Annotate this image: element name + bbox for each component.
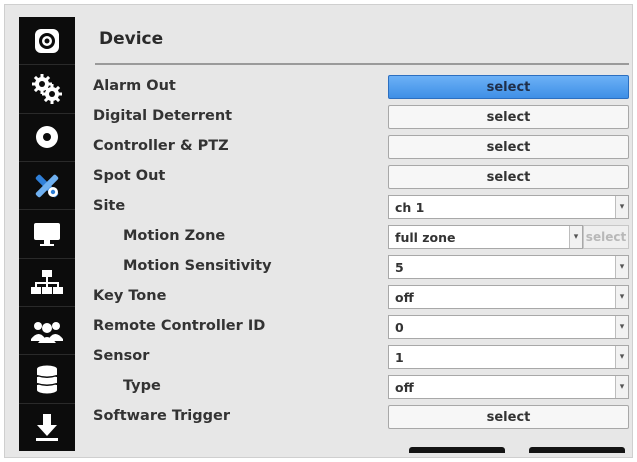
row-key-tone: Key Tone off ▾	[89, 283, 635, 312]
sensor-value: 1	[395, 349, 404, 365]
type-label: Type	[123, 378, 161, 394]
row-site: Site ch 1 ▾	[89, 193, 635, 222]
chevron-down-icon[interactable]: ▾	[615, 286, 628, 308]
sidebar	[19, 17, 75, 451]
row-software-trigger: Software Trigger select	[89, 403, 635, 432]
remote-controller-id-label: Remote Controller ID	[93, 318, 266, 334]
motion-sensitivity-dropdown[interactable]: 5 ▾	[388, 255, 629, 279]
sensor-dropdown[interactable]: 1 ▾	[388, 345, 629, 369]
tools-icon	[35, 174, 59, 197]
chevron-down-icon[interactable]: ▾	[615, 376, 628, 398]
controller-ptz-select-button[interactable]: select	[388, 135, 629, 159]
site-value: ch 1	[395, 199, 425, 215]
bottom-button-right[interactable]	[529, 447, 625, 453]
controller-ptz-label: Controller & PTZ	[93, 138, 229, 154]
sidebar-item-device[interactable]	[19, 161, 75, 211]
key-tone-value: off	[395, 289, 414, 305]
site-label: Site	[93, 198, 126, 214]
type-dropdown[interactable]: off ▾	[388, 375, 629, 399]
device-settings-window: Device Alarm Out select Digital Deterren…	[4, 4, 633, 458]
sidebar-item-system[interactable]	[19, 65, 75, 114]
sidebar-item-display[interactable]	[19, 210, 75, 259]
download-icon	[36, 414, 58, 442]
digital-deterrent-select-button[interactable]: select	[388, 105, 629, 129]
motion-zone-value: full zone	[395, 229, 456, 245]
users-icon	[31, 321, 63, 343]
motion-sensitivity-label: Motion Sensitivity	[123, 258, 272, 274]
row-motion-zone: Motion Zone full zone ▾ select	[89, 223, 635, 252]
motion-sensitivity-value: 5	[395, 259, 404, 275]
sensor-label: Sensor	[93, 348, 150, 364]
chevron-down-icon[interactable]: ▾	[615, 316, 628, 338]
motion-zone-control: full zone ▾ select	[388, 225, 629, 249]
spot-out-label: Spot Out	[93, 168, 166, 184]
network-icon	[31, 270, 63, 295]
row-remote-controller-id: Remote Controller ID 0 ▾	[89, 313, 635, 342]
title-divider	[95, 63, 629, 65]
chevron-down-icon[interactable]: ▾	[615, 256, 628, 278]
camera-lens-icon	[35, 28, 59, 53]
sidebar-item-download[interactable]	[19, 404, 75, 451]
gears-icon	[32, 73, 62, 104]
disc-icon	[36, 126, 58, 149]
chevron-down-icon[interactable]: ▾	[615, 346, 628, 368]
motion-zone-select-button[interactable]: select	[583, 225, 629, 249]
site-dropdown[interactable]: ch 1 ▾	[388, 195, 629, 219]
row-alarm-out: Alarm Out select	[89, 73, 635, 102]
software-trigger-select-button[interactable]: select	[388, 405, 629, 429]
row-digital-deterrent: Digital Deterrent select	[89, 103, 635, 132]
row-sensor: Sensor 1 ▾	[89, 343, 635, 372]
alarm-out-label: Alarm Out	[93, 78, 176, 94]
row-controller-ptz: Controller & PTZ select	[89, 133, 635, 162]
chevron-down-icon[interactable]: ▾	[615, 196, 628, 218]
motion-zone-dropdown[interactable]: full zone ▾	[388, 225, 583, 249]
database-icon	[36, 365, 58, 394]
type-value: off	[395, 379, 414, 395]
sidebar-item-network[interactable]	[19, 259, 75, 307]
key-tone-dropdown[interactable]: off ▾	[388, 285, 629, 309]
row-spot-out: Spot Out select	[89, 163, 635, 192]
row-motion-sensitivity: Motion Sensitivity 5 ▾	[89, 253, 635, 282]
alarm-out-select-button[interactable]: select	[388, 75, 629, 99]
sidebar-item-camera[interactable]	[19, 17, 75, 66]
digital-deterrent-label: Digital Deterrent	[93, 108, 233, 124]
motion-zone-label: Motion Zone	[123, 228, 226, 244]
sidebar-item-storage[interactable]	[19, 355, 75, 404]
remote-controller-id-dropdown[interactable]: 0 ▾	[388, 315, 629, 339]
spot-out-select-button[interactable]: select	[388, 165, 629, 189]
chevron-down-icon[interactable]: ▾	[569, 226, 582, 248]
software-trigger-label: Software Trigger	[93, 408, 231, 424]
remote-controller-id-value: 0	[395, 319, 404, 335]
key-tone-label: Key Tone	[93, 288, 167, 304]
device-panel: Device Alarm Out select Digital Deterren…	[89, 17, 635, 453]
bottom-button-left[interactable]	[409, 447, 505, 453]
sidebar-item-record[interactable]	[19, 114, 75, 162]
row-type: Type off ▾	[89, 373, 635, 402]
page-title: Device	[99, 29, 164, 49]
monitor-icon	[34, 222, 60, 246]
sidebar-item-users[interactable]	[19, 307, 75, 356]
